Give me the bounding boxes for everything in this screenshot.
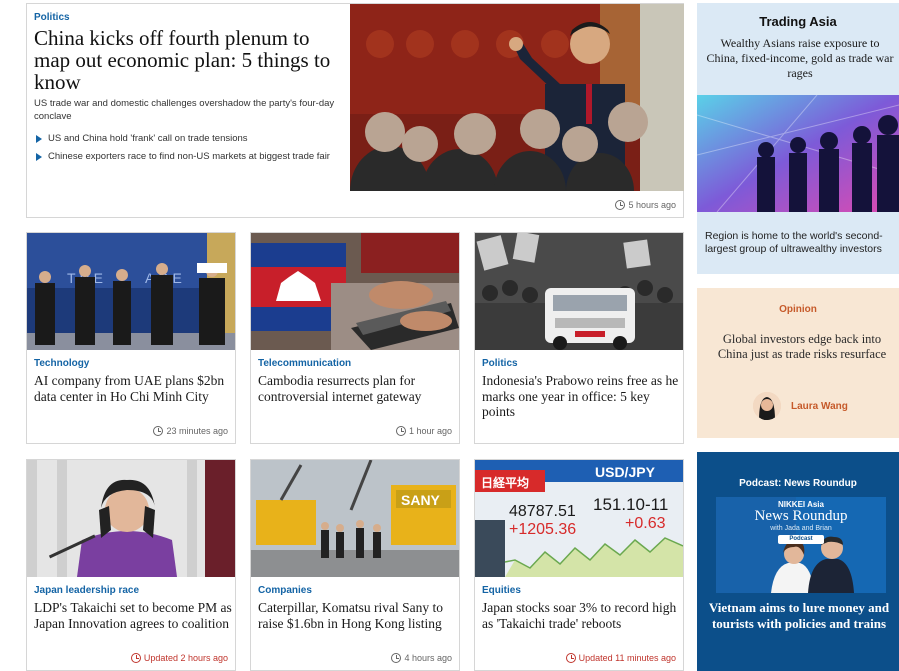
clock-icon [391,653,402,663]
trading-asia-illustration[interactable] [697,95,899,212]
story-time-text: 4 hours ago [404,653,452,663]
story-tag[interactable]: Companies [258,585,312,596]
clock-icon [395,426,406,436]
story-headline[interactable]: Indonesia's Prabowo reins free as he mar… [482,373,680,420]
story-photo[interactable]: SANY [251,460,459,577]
story-headline[interactable]: Cambodia resurrects plan for controversi… [258,373,456,404]
lead-tag[interactable]: Politics [34,12,70,23]
related-links: US and China hold 'frank' call on trade … [34,133,352,169]
story-photo[interactable]: THE ARE [27,233,235,350]
story-photo[interactable] [475,233,683,350]
story-timestamp: 4 hours ago [391,653,452,663]
sany-logo-text: SANY [401,492,441,508]
clock-icon [615,200,626,210]
story-time-text: 23 minutes ago [166,426,228,436]
trading-asia-panel[interactable]: Trading Asia Wealthy Asians raise exposu… [697,3,899,274]
story-time-text: Updated 2 hours ago [143,653,228,663]
related-link[interactable]: US and China hold 'frank' call on trade … [34,133,352,145]
trading-asia-title[interactable]: Trading Asia [697,14,899,29]
lead-time-text: 5 hours ago [628,200,676,210]
story-headline[interactable]: AI company from UAE plans $2bn data cent… [34,373,232,404]
index-value: 48787.51 [509,503,576,520]
story-headline[interactable]: Japan stocks soar 3% to record high as '… [482,600,680,631]
index-change: +1205.36 [509,521,576,538]
podcast-label: Podcast: News Roundup [739,478,857,489]
opinion-headline[interactable]: Global investors edge back into China ju… [707,332,897,362]
podcast-artwork[interactable]: NIKKEI Asia News Roundup with Jada and B… [716,497,886,593]
index-label: 日経平均 [481,475,529,490]
story-card[interactable]: Japan leadership race LDP's Takaichi set… [26,459,236,671]
podcast-pill: Podcast [778,535,824,544]
trading-asia-caption: Region is home to the world's second-lar… [705,230,883,255]
story-tag[interactable]: Japan leadership race [34,585,139,596]
podcast-hosts: with Jada and Brian [770,525,832,532]
fx-label: USD/JPY [595,464,656,480]
story-card[interactable]: SANY Companies Caterpillar, Komatsu riva… [250,459,460,671]
story-tag[interactable]: Politics [482,358,518,369]
podcast-show-title: News Roundup [754,508,848,524]
clock-icon [153,426,164,436]
story-time-text: Updated 11 minutes ago [578,653,676,663]
opinion-label: Opinion [779,304,817,315]
story-headline[interactable]: Caterpillar, Komatsu rival Sany to raise… [258,600,456,631]
trading-asia-headline[interactable]: Wealthy Asians raise exposure to China, … [705,36,895,81]
story-card[interactable]: THE ARE Technology AI company from UAE p… [26,232,236,444]
story-tag[interactable]: Technology [34,358,89,369]
opinion-panel[interactable]: Opinion Global investors edge back into … [697,288,899,438]
clock-icon [565,653,576,663]
podcast-panel[interactable]: Podcast: News Roundup NIKKEI Asia News R… [697,452,899,671]
story-photo[interactable] [27,460,235,577]
story-tag[interactable]: Telecommunication [258,358,351,369]
story-timestamp: 1 hour ago [395,426,452,436]
clock-icon [130,653,141,663]
story-timestamp: 23 minutes ago [153,426,228,436]
story-card[interactable]: Telecommunication Cambodia resurrects pl… [250,232,460,444]
avatar [753,392,781,420]
story-time-text: 1 hour ago [408,426,452,436]
story-card[interactable]: 日経平均 USD/JPY 48787.51 +1205.36 151.10-11… [474,459,684,671]
story-timestamp: Updated 2 hours ago [130,653,228,663]
lead-timestamp: 5 hours ago [615,200,676,210]
story-headline[interactable]: LDP's Takaichi set to become PM as Japan… [34,600,232,631]
lead-standfirst: US trade war and domestic challenges ove… [34,98,335,122]
story-card[interactable]: Politics Indonesia's Prabowo reins free … [474,232,684,444]
story-tag[interactable]: Equities [482,585,521,596]
lead-story-card[interactable]: Politics China kicks off fourth plenum t… [26,3,684,218]
fx-value: 151.10-11 [593,495,668,514]
story-photo[interactable] [251,233,459,350]
fx-change: +0.63 [625,515,666,532]
opinion-author[interactable]: Laura Wang [753,392,848,420]
podcast-headline[interactable]: Vietnam aims to lure money and tourists … [705,600,893,632]
lead-headline[interactable]: China kicks off fourth plenum to map out… [34,27,346,93]
related-link[interactable]: Chinese exporters race to find non-US ma… [34,151,352,163]
lead-photo[interactable] [350,4,684,191]
story-timestamp: Updated 11 minutes ago [565,653,676,663]
author-name[interactable]: Laura Wang [791,401,848,412]
story-photo[interactable]: 日経平均 USD/JPY 48787.51 +1205.36 151.10-11… [475,460,683,577]
